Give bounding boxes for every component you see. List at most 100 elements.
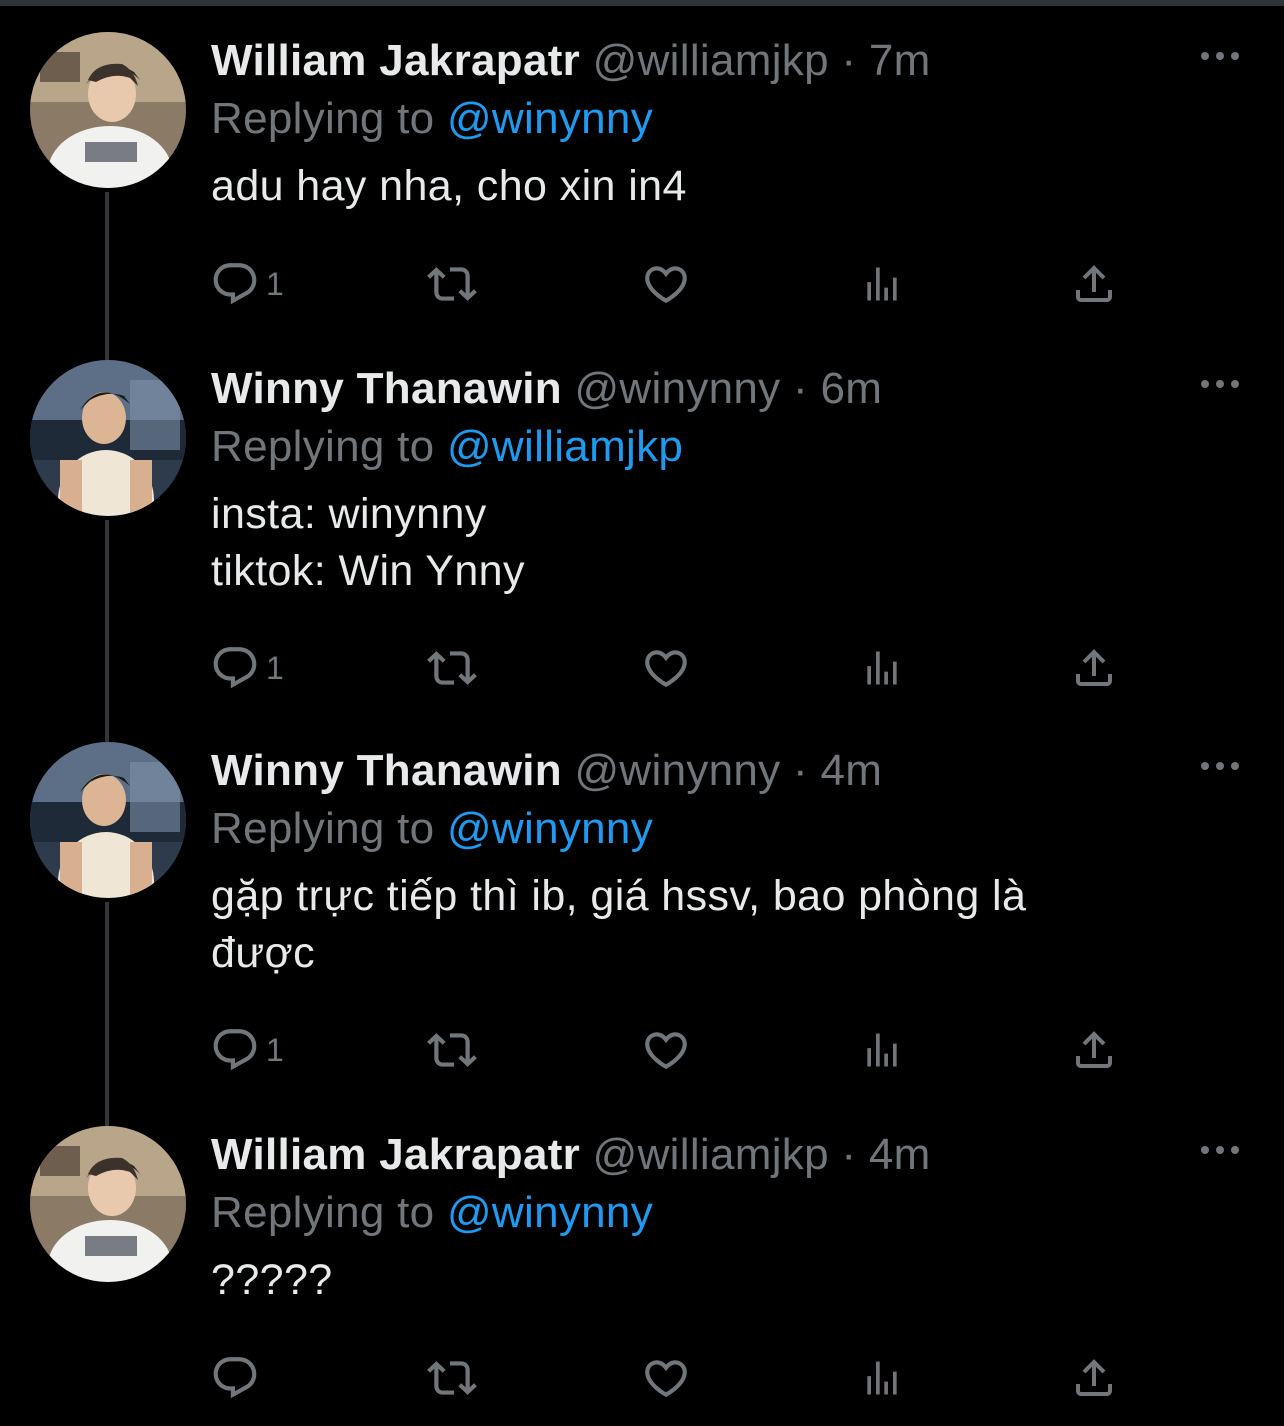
like-button[interactable]	[640, 1024, 692, 1076]
reply-icon	[213, 647, 257, 689]
views-icon	[867, 1361, 897, 1395]
reply-count: 1	[266, 649, 284, 686]
share-icon	[1076, 1359, 1112, 1396]
display-name[interactable]: William Jakrapatr	[211, 36, 580, 85]
tweet-actions: 1	[210, 1024, 1130, 1076]
reply-icon	[213, 1029, 257, 1071]
more-icon[interactable]	[1198, 756, 1242, 776]
separator: ·	[793, 746, 808, 795]
tweet-text: ?????	[211, 1252, 1251, 1309]
heart-icon	[645, 1360, 687, 1398]
display-name[interactable]: William Jakrapatr	[211, 1130, 580, 1179]
mention-link[interactable]: @winynny	[447, 94, 653, 143]
timestamp[interactable]: 6m	[821, 364, 883, 413]
tweet[interactable]: Winny Thanawin @winynny · 6m Replying to…	[0, 360, 1284, 700]
retweet-button[interactable]	[424, 1024, 480, 1076]
more-icon[interactable]	[1198, 1140, 1242, 1160]
tweet[interactable]: William Jakrapatr @williamjkp · 4m Reply…	[0, 1126, 1284, 1416]
retweet-button[interactable]	[424, 1352, 480, 1404]
views-button[interactable]	[860, 642, 904, 694]
replying-to-label: Replying to	[211, 422, 435, 471]
timestamp[interactable]: 4m	[869, 1130, 931, 1179]
user-handle[interactable]: @williamjkp	[593, 1130, 829, 1179]
separator: ·	[841, 1130, 857, 1179]
reply-button[interactable]: 1	[210, 258, 284, 310]
reply-icon	[213, 263, 257, 305]
user-handle[interactable]: @williamjkp	[593, 36, 829, 85]
share-icon	[1076, 265, 1112, 302]
top-divider	[0, 0, 1284, 6]
mention-link[interactable]: @williamjkp	[447, 422, 683, 471]
share-icon	[1076, 1031, 1112, 1068]
reply-icon	[213, 1357, 257, 1399]
reply-button[interactable]: 1	[210, 1024, 284, 1076]
avatar[interactable]	[30, 742, 186, 898]
views-button[interactable]	[860, 1352, 904, 1404]
separator: ·	[793, 364, 808, 413]
tweet-text: adu hay nha, cho xin in4	[211, 158, 1251, 215]
reply-button[interactable]: 1	[210, 642, 284, 694]
user-handle[interactable]: @winynny	[574, 364, 780, 413]
retweet-button[interactable]	[424, 642, 480, 694]
views-icon	[867, 1033, 897, 1067]
share-button[interactable]	[1070, 258, 1118, 310]
views-icon	[867, 267, 897, 301]
avatar-winny	[30, 742, 186, 898]
share-icon	[1076, 649, 1112, 686]
mention-link[interactable]: @winynny	[447, 804, 653, 853]
avatar[interactable]	[30, 1126, 186, 1282]
avatar[interactable]	[30, 32, 186, 188]
heart-icon	[645, 266, 687, 304]
heart-icon	[645, 1032, 687, 1070]
reply-button[interactable]	[210, 1352, 266, 1404]
tweet-text: gặp trực tiếp thì ib, giá hssv, bao phòn…	[211, 868, 1251, 982]
like-button[interactable]	[640, 258, 692, 310]
tweet-text-line: tiktok: Win Ynny	[211, 547, 525, 595]
views-icon	[867, 651, 897, 685]
more-icon[interactable]	[1198, 46, 1242, 66]
user-handle[interactable]: @winynny	[574, 746, 780, 795]
avatar[interactable]	[30, 360, 186, 516]
tweet-text-line: được	[211, 929, 315, 977]
tweet-text-line: gặp trực tiếp thì ib, giá hssv, bao phòn…	[211, 872, 1027, 920]
avatar-winny	[30, 360, 186, 516]
tweet-actions: 1	[210, 642, 1130, 694]
tweet-text-line: ?????	[211, 1256, 333, 1304]
retweet-icon	[427, 1361, 477, 1395]
display-name[interactable]: Winny Thanawin	[211, 746, 562, 795]
replying-to-label: Replying to	[211, 804, 435, 853]
like-button[interactable]	[640, 1352, 692, 1404]
display-name[interactable]: Winny Thanawin	[211, 364, 562, 413]
views-button[interactable]	[860, 1024, 904, 1076]
tweet-text-line: adu hay nha, cho xin in4	[211, 162, 687, 210]
replying-to: Replying to @winynny	[211, 1184, 1251, 1242]
more-icon[interactable]	[1198, 374, 1242, 394]
tweet-header: William Jakrapatr @williamjkp · 7m	[211, 32, 1251, 90]
avatar-william	[30, 32, 186, 188]
separator: ·	[841, 36, 857, 85]
heart-icon	[645, 650, 687, 688]
reply-count: 1	[266, 1031, 284, 1068]
replying-to: Replying to @winynny	[211, 90, 1251, 148]
views-button[interactable]	[860, 258, 904, 310]
tweet[interactable]: William Jakrapatr @williamjkp · 7m Reply…	[0, 32, 1284, 322]
timestamp[interactable]: 7m	[869, 36, 931, 85]
mention-link[interactable]: @winynny	[447, 1188, 653, 1237]
tweet-header: William Jakrapatr @williamjkp · 4m	[211, 1126, 1251, 1184]
tweet[interactable]: Winny Thanawin @winynny · 4m Replying to…	[0, 742, 1284, 1082]
share-button[interactable]	[1070, 1024, 1118, 1076]
tweet-text: insta: winynny tiktok: Win Ynny	[211, 486, 1251, 600]
tweet-header: Winny Thanawin @winynny · 4m	[211, 742, 1251, 800]
tweet-actions	[210, 1352, 1130, 1404]
like-button[interactable]	[640, 642, 692, 694]
retweet-button[interactable]	[424, 258, 480, 310]
retweet-icon	[427, 267, 477, 301]
share-button[interactable]	[1070, 642, 1118, 694]
timestamp[interactable]: 4m	[821, 746, 883, 795]
avatar-william	[30, 1126, 186, 1282]
replying-to: Replying to @winynny	[211, 800, 1251, 858]
share-button[interactable]	[1070, 1352, 1118, 1404]
replying-to-label: Replying to	[211, 94, 435, 143]
tweet-actions: 1	[210, 258, 1130, 310]
tweet-header: Winny Thanawin @winynny · 6m	[211, 360, 1251, 418]
